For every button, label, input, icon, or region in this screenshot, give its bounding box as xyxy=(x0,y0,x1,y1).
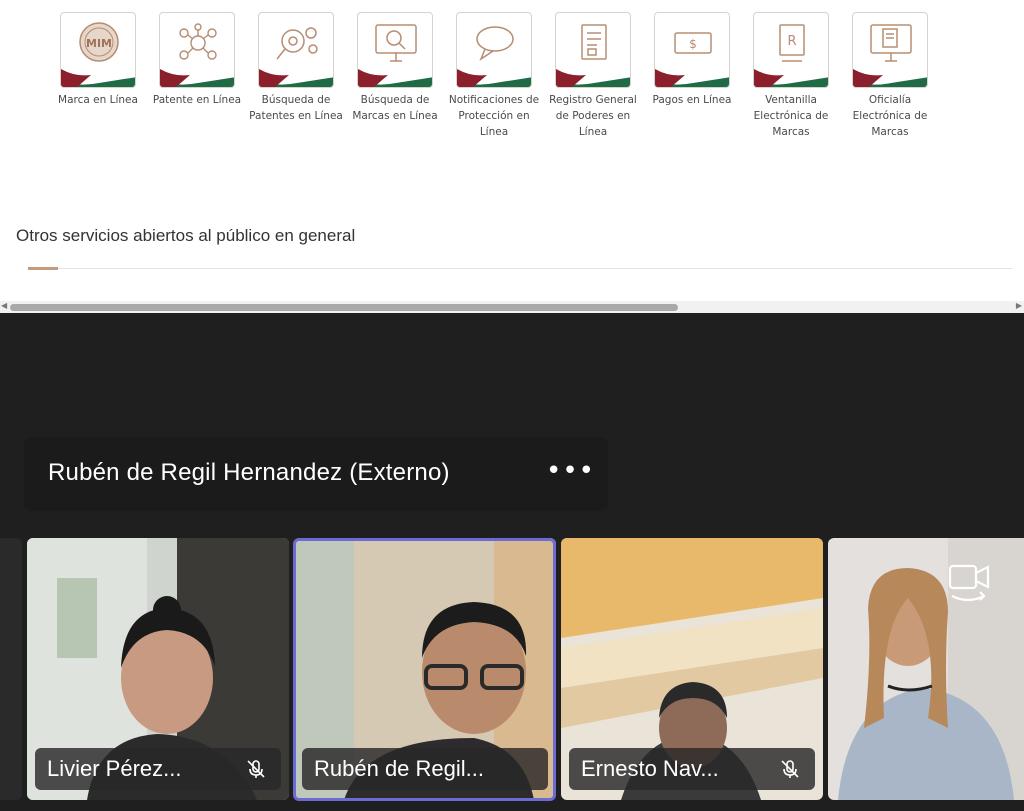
more-options-icon[interactable]: ••• xyxy=(546,458,594,490)
flag-stripe xyxy=(754,69,828,87)
flag-stripe xyxy=(259,69,333,87)
mic-off-icon xyxy=(781,760,799,778)
svg-text:MIM: MIM xyxy=(86,37,112,50)
molecule-icon xyxy=(179,23,217,60)
registered-trademark-icon: R xyxy=(779,24,805,62)
monitor-search-icon xyxy=(375,24,417,62)
speech-bubble-icon xyxy=(476,26,514,61)
service-busqueda-patentes[interactable]: Búsqueda de Patentes en Línea xyxy=(248,12,344,124)
switch-camera-icon[interactable] xyxy=(944,560,996,608)
participant-tile-ernesto[interactable]: Ernesto Nav... xyxy=(561,538,823,800)
participant-name-pill: Livier Pérez... xyxy=(35,748,281,790)
money-icon: $ xyxy=(674,32,712,54)
mark-stamp-icon: MIM xyxy=(79,22,119,62)
flag-stripe xyxy=(358,69,432,87)
service-tile[interactable]: $ xyxy=(654,12,730,88)
government-web-page: MIM Marca en Línea Patente en Línea Búsq… xyxy=(0,0,1024,313)
service-label: Notificaciones de Protección en Línea xyxy=(448,94,540,138)
previous-tile-edge xyxy=(0,538,22,800)
flag-stripe xyxy=(655,69,729,87)
service-label: Pagos en Línea xyxy=(652,94,732,106)
svg-text:R: R xyxy=(787,34,796,49)
flag-stripe xyxy=(160,69,234,87)
participant-name-pill: Ernesto Nav... xyxy=(569,748,815,790)
participant-name-pill: Rubén de Regil... xyxy=(302,748,548,790)
pinned-participant-name: Rubén de Regil Hernandez (Externo) xyxy=(48,459,450,486)
section-title: Otros servicios abiertos al público en g… xyxy=(16,226,356,245)
magnifier-gears-icon xyxy=(276,27,318,60)
scroll-right-arrow-icon[interactable]: ▶ xyxy=(1016,301,1022,310)
service-label: Registro General de Poderes en Línea xyxy=(549,94,637,138)
flag-stripe xyxy=(457,69,531,87)
scroll-left-arrow-icon[interactable]: ◀ xyxy=(1,301,7,310)
participant-tile-livier[interactable]: Livier Pérez... xyxy=(27,538,289,800)
service-tile[interactable] xyxy=(456,12,532,88)
service-label: Ventanilla Electrónica de Marcas xyxy=(753,94,829,138)
service-registro-poderes[interactable]: Registro General de Poderes en Línea xyxy=(545,12,641,140)
computer-document-icon xyxy=(870,24,912,62)
service-label: Marca en Línea xyxy=(58,94,138,106)
service-label: Patente en Línea xyxy=(152,94,242,106)
service-tile[interactable]: R xyxy=(753,12,829,88)
document-icon xyxy=(581,24,607,60)
participant-tile-ruben[interactable]: Rubén de Regil... xyxy=(294,538,556,800)
svg-text:$: $ xyxy=(689,37,697,51)
service-tile[interactable] xyxy=(159,12,235,88)
service-busqueda-marcas[interactable]: Búsqueda de Marcas en Línea xyxy=(347,12,443,124)
flag-stripe xyxy=(853,69,927,87)
mic-off-icon xyxy=(247,760,265,778)
flag-stripe xyxy=(61,67,135,87)
section-accent-bar xyxy=(28,267,58,270)
participant-name: Ernesto Nav... xyxy=(581,756,719,781)
service-notificaciones[interactable]: Notificaciones de Protección en Línea xyxy=(446,12,542,140)
service-tile[interactable] xyxy=(258,12,334,88)
service-tile[interactable] xyxy=(357,12,433,88)
service-label: Búsqueda de Patentes en Línea xyxy=(249,94,343,122)
service-marca-en-linea[interactable]: MIM Marca en Línea xyxy=(50,12,146,108)
service-tile[interactable] xyxy=(555,12,631,88)
service-tile[interactable]: MIM xyxy=(60,12,136,88)
service-tile[interactable] xyxy=(852,12,928,88)
participant-name: Livier Pérez... xyxy=(47,756,182,781)
participant-name: Rubén de Regil... xyxy=(314,756,484,781)
service-oficialia[interactable]: Oficialía Electrónica de Marcas xyxy=(842,12,938,140)
section-divider xyxy=(28,268,1012,269)
service-patente-en-linea[interactable]: Patente en Línea xyxy=(149,12,245,108)
horizontal-scrollbar-thumb[interactable] xyxy=(10,304,678,311)
flag-stripe xyxy=(556,69,630,87)
service-label: Búsqueda de Marcas en Línea xyxy=(352,94,438,122)
service-pagos[interactable]: $ Pagos en Línea xyxy=(644,12,740,108)
service-ventanilla[interactable]: R Ventanilla Electrónica de Marcas xyxy=(743,12,839,140)
service-label: Oficialía Electrónica de Marcas xyxy=(852,94,928,138)
